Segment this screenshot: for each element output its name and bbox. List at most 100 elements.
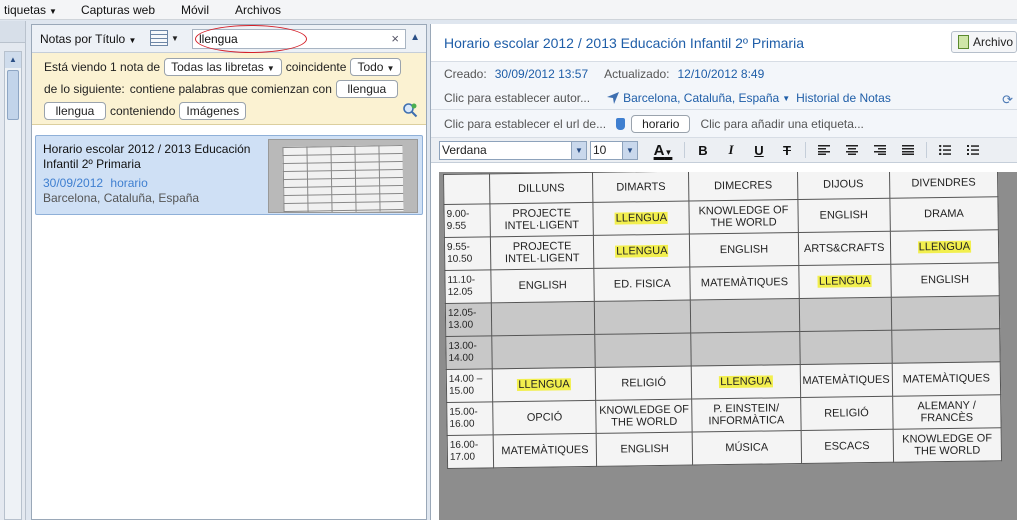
timetable-time-cell: 16.00-17.00 — [447, 434, 494, 469]
toolbar-divider — [926, 142, 927, 158]
url-tag-row: Clic para establecer el url de... horari… — [431, 110, 1017, 138]
timetable-cell — [890, 295, 1000, 331]
content-type-pill[interactable]: Imágenes — [179, 102, 247, 120]
menu-mobile[interactable]: Móvil — [177, 3, 219, 17]
align-right-icon[interactable] — [874, 145, 886, 155]
search-highlight: LLENGUA — [817, 275, 872, 288]
viewing-text: Está viendo 1 nota de — [44, 60, 161, 74]
url-field[interactable]: Clic para establecer el url de... — [444, 117, 606, 131]
timetable-cell: RELIGIÓ — [595, 366, 692, 401]
collapse-icon[interactable]: ▲ — [410, 32, 420, 43]
chevron-down-icon: ▼ — [386, 64, 395, 73]
text-color-label: A — [653, 141, 665, 159]
bullet-list-icon[interactable] — [939, 145, 951, 155]
notebooks-dropdown[interactable]: Todas las libretas ▼ — [164, 58, 282, 76]
timetable-cell — [798, 297, 892, 332]
text-color-button[interactable]: A▼ — [646, 142, 680, 159]
archive-button[interactable]: Archivo — [951, 31, 1017, 53]
notes-list-panel: Notas por Título ▼ ▼ × ▲ Está viendo 1 n… — [31, 24, 427, 520]
menu-web-clips[interactable]: Capturas web — [77, 3, 165, 17]
note-title-field[interactable]: Horario escolar 2012 / 2013 Educación In… — [444, 35, 804, 51]
toolbar-divider — [805, 142, 806, 158]
filter-row-2: de lo siguiente: contiene palabras que c… — [44, 80, 402, 98]
chevron-down-icon: ▼ — [128, 35, 137, 45]
scroll-up-icon[interactable]: ▲ — [5, 52, 21, 68]
timetable-cell: KNOWLEDGE OF THE WORLD — [689, 199, 798, 235]
timetable-day-header: DIVENDRES — [889, 172, 998, 199]
timetable-cell: ED. FISICA — [594, 267, 691, 302]
location-value[interactable]: Barcelona, Cataluña, España — [623, 91, 779, 105]
note-history-link[interactable]: Historial de Notas — [796, 91, 891, 105]
clear-search-icon[interactable]: × — [391, 31, 399, 46]
notebooks-value: Todas las libretas — [171, 60, 264, 74]
timetable: DILLUNS DIMARTS DIMECRES DIJOUS DIVENDRES 9.0… — [443, 172, 1003, 469]
match-mode-value: Todo — [357, 60, 384, 74]
left-scrollbar[interactable]: ▲ — [4, 51, 22, 520]
menu-files[interactable]: Archivos — [231, 3, 291, 17]
timetable-photo: DILLUNS DIMARTS DIMECRES DIJOUS DIVENDRES 9.0… — [439, 172, 1017, 520]
timetable-cell — [491, 334, 596, 369]
timetable-cell: PROJECTE INTEL·LIGENT — [490, 235, 595, 270]
search-highlight: LLENGUA — [917, 240, 972, 254]
search-term-pill[interactable]: llengua — [44, 102, 106, 120]
numbered-list-icon[interactable] — [967, 145, 979, 155]
timetable-cell — [691, 331, 800, 367]
timetable-cell: LLENGUA — [593, 234, 691, 269]
search-term-pill[interactable]: llengua — [335, 80, 398, 98]
timetable-cell: PROJECTE INTEL·LIGENT — [489, 202, 594, 237]
timetable-day-header: DIMARTS — [592, 172, 690, 203]
timetable-cell: MÚSICA — [692, 430, 802, 466]
timetable-time-cell: 15.00-16.00 — [446, 401, 494, 436]
following-text: de lo siguiente: — [44, 82, 125, 96]
search-highlight: LLENGUA — [719, 375, 773, 389]
note-title: Horario escolar 2012 / 2013 Educación In… — [43, 142, 251, 171]
font-family-select[interactable]: Verdana ▼ — [439, 140, 587, 160]
updated-label: Actualizado: — [604, 67, 670, 81]
search-highlight: LLENGUA — [517, 378, 571, 391]
timetable-time-cell: 9.00-9.55 — [443, 203, 491, 238]
list-view-icon — [150, 30, 168, 46]
location-arrow-icon — [607, 92, 620, 104]
chevron-down-icon[interactable]: ▼ — [782, 94, 790, 103]
sort-notes-button[interactable]: Notas por Título ▼ — [40, 32, 136, 46]
menu-tags[interactable]: tiquetas ▼ — [0, 3, 67, 17]
refresh-icon[interactable]: ⟳ — [1002, 92, 1013, 108]
note-date: 30/09/2012 — [43, 176, 104, 190]
chevron-down-icon: ▼ — [49, 6, 57, 16]
add-tag-field[interactable]: Clic para añadir una etiqueta... — [700, 117, 863, 131]
note-meta: 30/09/2012 horario Barcelona, Cataluña, … — [43, 176, 199, 206]
tag-pill[interactable]: horario — [631, 115, 691, 133]
search-input[interactable] — [193, 30, 373, 48]
filter-row-3: llengua conteniendo Imágenes — [40, 102, 250, 120]
timetable-cell: KNOWLEDGE OF THE WORLD — [892, 427, 1002, 463]
timetable-cell: ENGLISH — [890, 262, 1000, 298]
timetable-time-cell: 11.10-12.05 — [444, 269, 492, 304]
note-body[interactable]: DILLUNS DIMARTS DIMECRES DIJOUS DIVENDRES 9.0… — [431, 172, 1017, 520]
underline-button[interactable]: U — [745, 143, 773, 158]
matching-text: coincidente — [285, 60, 347, 74]
save-search-icon[interactable] — [402, 102, 418, 118]
timetable-cell: LLENGUA — [890, 229, 999, 265]
timetable-cell: ENGLISH — [596, 432, 693, 467]
bold-button[interactable]: B — [689, 143, 717, 158]
view-options-button[interactable]: ▼ — [150, 30, 179, 46]
author-field[interactable]: Clic para establecer autor... — [444, 91, 590, 105]
chevron-down-icon: ▼ — [571, 141, 586, 159]
italic-button[interactable]: I — [717, 142, 745, 158]
justify-icon[interactable] — [902, 145, 914, 155]
align-center-icon[interactable] — [846, 145, 858, 155]
timetable-cell: MATEMÀTIQUES — [493, 433, 597, 468]
timetable-cell: MATEMÀTIQUES — [799, 363, 893, 398]
created-value[interactable]: 30/09/2012 13:57 — [495, 67, 588, 81]
tag-icon — [616, 118, 626, 130]
scroll-thumb[interactable] — [7, 70, 19, 120]
timetable-cell — [891, 328, 1001, 364]
font-size-select[interactable]: 10 ▼ — [590, 140, 638, 160]
strikethrough-button[interactable]: T — [773, 143, 801, 158]
align-left-icon[interactable] — [818, 145, 830, 155]
chevron-down-icon: ▼ — [622, 141, 637, 159]
match-mode-dropdown[interactable]: Todo ▼ — [350, 58, 402, 76]
timetable-cell: ENGLISH — [689, 232, 799, 268]
note-list-item[interactable]: Horario escolar 2012 / 2013 Educación In… — [35, 135, 423, 215]
font-size-value: 10 — [593, 142, 607, 157]
